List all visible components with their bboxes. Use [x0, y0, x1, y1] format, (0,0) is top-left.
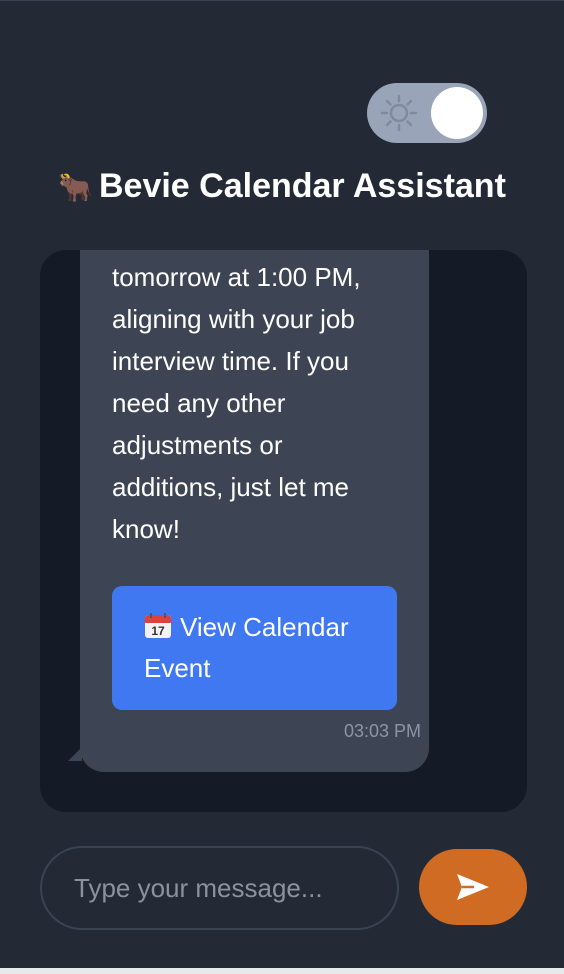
chat-app: 🐂 Bevie Calendar Assistant tomorrow at 1:…	[0, 0, 564, 974]
calendar-icon: 17	[145, 613, 171, 638]
view-calendar-event-label: View Calendar Event	[144, 612, 349, 683]
svg-text:17: 17	[151, 624, 165, 638]
chat-window[interactable]: tomorrow at 1:00 PM, aligning with your …	[40, 250, 527, 812]
theme-toggle[interactable]	[367, 83, 487, 143]
view-calendar-event-button[interactable]: 17 View Calendar Event	[112, 586, 397, 710]
ox-logo-icon: 🐂	[58, 172, 93, 203]
assistant-message-bubble: tomorrow at 1:00 PM, aligning with your …	[80, 250, 429, 772]
message-timestamp: 03:03 PM	[344, 721, 422, 741]
bubble-tail	[68, 747, 82, 761]
window-bottom-edge	[0, 968, 564, 974]
title-text: Bevie Calendar Assistant	[98, 167, 506, 205]
message-text: tomorrow at 1:00 PM, aligning with your …	[112, 262, 361, 544]
page-title: 🐂 Bevie Calendar Assistant	[0, 164, 564, 210]
sun-icon	[380, 94, 418, 132]
message-input[interactable]	[40, 846, 399, 930]
send-button[interactable]	[419, 849, 527, 925]
send-icon	[457, 874, 489, 900]
toggle-knob[interactable]	[431, 87, 483, 139]
